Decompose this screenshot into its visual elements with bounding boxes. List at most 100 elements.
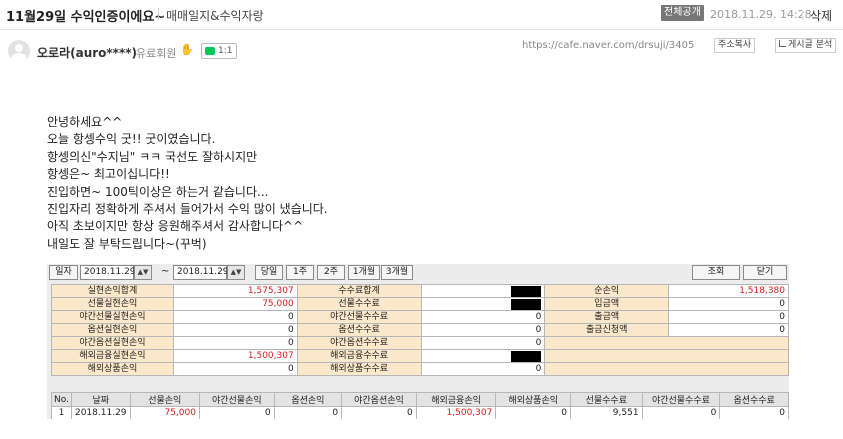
masked-value — [420, 297, 546, 311]
column-header: 야간선물손익 — [198, 392, 275, 407]
title-divider — [158, 8, 159, 20]
body-line: 내일도 잘 부탁드립니다~(꾸벅) — [47, 236, 207, 251]
body-line: 진입자리 정확하게 주셔서 들어가서 수익 많이 냈습니다. — [47, 202, 328, 217]
table-row: 옵션실현손익 0 옵션수수료 0 출금신청액 0 — [51, 323, 789, 337]
empty-cell — [544, 336, 789, 350]
1week-button: 1주 — [286, 265, 314, 280]
avatar[interactable] — [8, 40, 30, 62]
summary-value: 0 — [172, 362, 298, 376]
date-from-spinner: ▲▼ — [134, 265, 152, 280]
hand-icon: ✋ — [180, 43, 194, 56]
table-cell: 75,000 — [129, 406, 200, 419]
column-header: 야간선물수수료 — [641, 392, 721, 407]
summary-label: 야간선물실현손익 — [51, 310, 174, 324]
body-line: 항셍의신"수지님" ㅋㅋ 국선도 잘하시지만 — [47, 149, 258, 164]
summary-value: 0 — [668, 323, 789, 337]
table-cell: 0 — [341, 406, 417, 419]
copy-url-button[interactable]: 주소복사 — [714, 38, 756, 53]
summary-label: 야간옵션수수료 — [296, 336, 422, 350]
column-header: 선물손익 — [129, 392, 200, 407]
body-line: 아직 초보이지만 항상 응원해주셔서 감사합니다^^ — [47, 219, 304, 234]
board-link[interactable]: 매매일지&수익자랑 — [166, 7, 264, 24]
redaction-block — [511, 298, 542, 310]
summary-value: 0 — [420, 362, 546, 376]
2week-button: 2주 — [317, 265, 345, 280]
delete-button[interactable]: 삭제 — [810, 7, 832, 24]
column-header: 옵션손익 — [273, 392, 343, 407]
body-line: 오늘 항셍수익 굿!! 굿이였습니다. — [47, 132, 216, 147]
column-header: 옵션수수료 — [719, 392, 789, 407]
summary-value: 1,575,307 — [172, 284, 298, 298]
table-row: 선물실현손익 75,000 선물수수료 입금액 0 — [51, 297, 789, 311]
post-stats-button[interactable]: 게시글 분석 — [775, 38, 837, 53]
empty-cell — [544, 362, 789, 376]
table-cell: 0 — [719, 406, 789, 419]
summary-label: 해외금융실현손익 — [51, 349, 174, 363]
author-name[interactable]: 오로라(auro****) — [37, 44, 137, 61]
table-cell: 0 — [495, 406, 571, 419]
column-header: 해외금융손익 — [415, 392, 497, 407]
summary-table: 실현손익합계 1,575,307 수수료합계 순손익 1,518,380 선물실… — [51, 284, 789, 376]
body-line: 항셍은~ 최고이십니다!! — [47, 167, 170, 182]
profit-screenshot: 일자 2018.11.29 ▲▼ ~ 2018.11.29 ▲▼ 당일 1주 2… — [47, 264, 789, 419]
table-cell: 9,551 — [570, 406, 643, 419]
table-cell: 0 — [273, 406, 343, 419]
summary-label: 수수료합계 — [296, 284, 422, 298]
body-line: 안녕하세요^^ — [47, 115, 123, 129]
summary-label: 실현손익합계 — [51, 284, 174, 298]
summary-label: 해외상품손익 — [51, 362, 174, 376]
date-to-spinner: ▲▼ — [227, 265, 245, 280]
post-stats-label: 게시글 분석 — [788, 40, 833, 50]
column-header: 해외상품손익 — [495, 392, 571, 407]
table-row: 야간선물실현손익 0 야간선물수수료 0 출금액 0 — [51, 310, 789, 324]
table-row: 해외상품손익 0 해외상품수수료 0 — [51, 362, 789, 376]
summary-label: 옵션실현손익 — [51, 323, 174, 337]
detail-table: No. 날짜 선물손익 야간선물손익 옵션손익 야간옵션손익 해외금융손익 해외… — [51, 392, 789, 419]
table-cell: 1 — [51, 406, 72, 419]
post-url: https://cafe.naver.com/drsuji/3405 — [522, 40, 695, 51]
date-to-field: 2018.11.29 — [173, 265, 229, 280]
table-cell: 0 — [198, 406, 275, 419]
summary-label: 야간선물수수료 — [296, 310, 422, 324]
redaction-block — [511, 285, 542, 297]
date-range-tilde: ~ — [161, 266, 170, 277]
column-header: 야간옵션손익 — [341, 392, 417, 407]
post-header: 11월29일 수익인증이에요~ 매매일지&수익자랑 전체공개 2018.11.2… — [0, 0, 843, 30]
redaction-block — [511, 350, 542, 362]
summary-value: 0 — [420, 323, 546, 337]
summary-value: 0 — [668, 297, 789, 311]
masked-value — [420, 284, 546, 298]
column-header: 날짜 — [70, 392, 131, 407]
post-body: 안녕하세요^^ 오늘 항셍수익 굿!! 굿이였습니다. 항셍의신"수지님" ㅋㅋ… — [47, 114, 328, 253]
body-line: 진입하면~ 100틱이상은 하는거 같습니다... — [47, 184, 269, 199]
chat-label: 1:1 — [218, 46, 233, 56]
date-divider — [802, 10, 803, 20]
summary-value: 0 — [172, 323, 298, 337]
summary-label: 야간옵션실현손익 — [51, 336, 174, 350]
post-date: 2018.11.29. 14:28 — [710, 8, 812, 21]
summary-label: 해외금융수수료 — [296, 349, 422, 363]
empty-cell — [544, 349, 789, 363]
table-row: 1 2018.11.29 75,000 0 0 0 1,500,307 0 9,… — [51, 406, 789, 419]
summary-value: 1,518,380 — [668, 284, 789, 298]
detail-header-row: No. 날짜 선물손익 야간선물손익 옵션손익 야간옵션손익 해외금융손익 해외… — [51, 392, 789, 407]
date-from-field: 2018.11.29 — [80, 265, 136, 280]
summary-label: 순손익 — [544, 284, 670, 298]
summary-value: 1,500,307 — [172, 349, 298, 363]
summary-value: 0 — [172, 336, 298, 350]
table-row: 해외금융실현손익 1,500,307 해외금융수수료 — [51, 349, 789, 363]
table-row: 실현손익합계 1,575,307 수수료합계 순손익 1,518,380 — [51, 284, 789, 298]
table-cell: 1,500,307 — [415, 406, 497, 419]
chat-button[interactable]: 1:1 — [201, 43, 237, 59]
close-button: 닫기 — [743, 265, 787, 280]
summary-value: 0 — [668, 310, 789, 324]
table-cell: 0 — [641, 406, 721, 419]
summary-label: 입금액 — [544, 297, 670, 311]
chat-bubble-icon — [205, 46, 215, 55]
summary-value: 0 — [420, 310, 546, 324]
today-button: 당일 — [255, 265, 283, 280]
summary-label: 옵션수수료 — [296, 323, 422, 337]
table-cell: 2018.11.29 — [70, 406, 131, 419]
member-grade: 유료회원 — [136, 47, 177, 60]
summary-value: 75,000 — [172, 297, 298, 311]
